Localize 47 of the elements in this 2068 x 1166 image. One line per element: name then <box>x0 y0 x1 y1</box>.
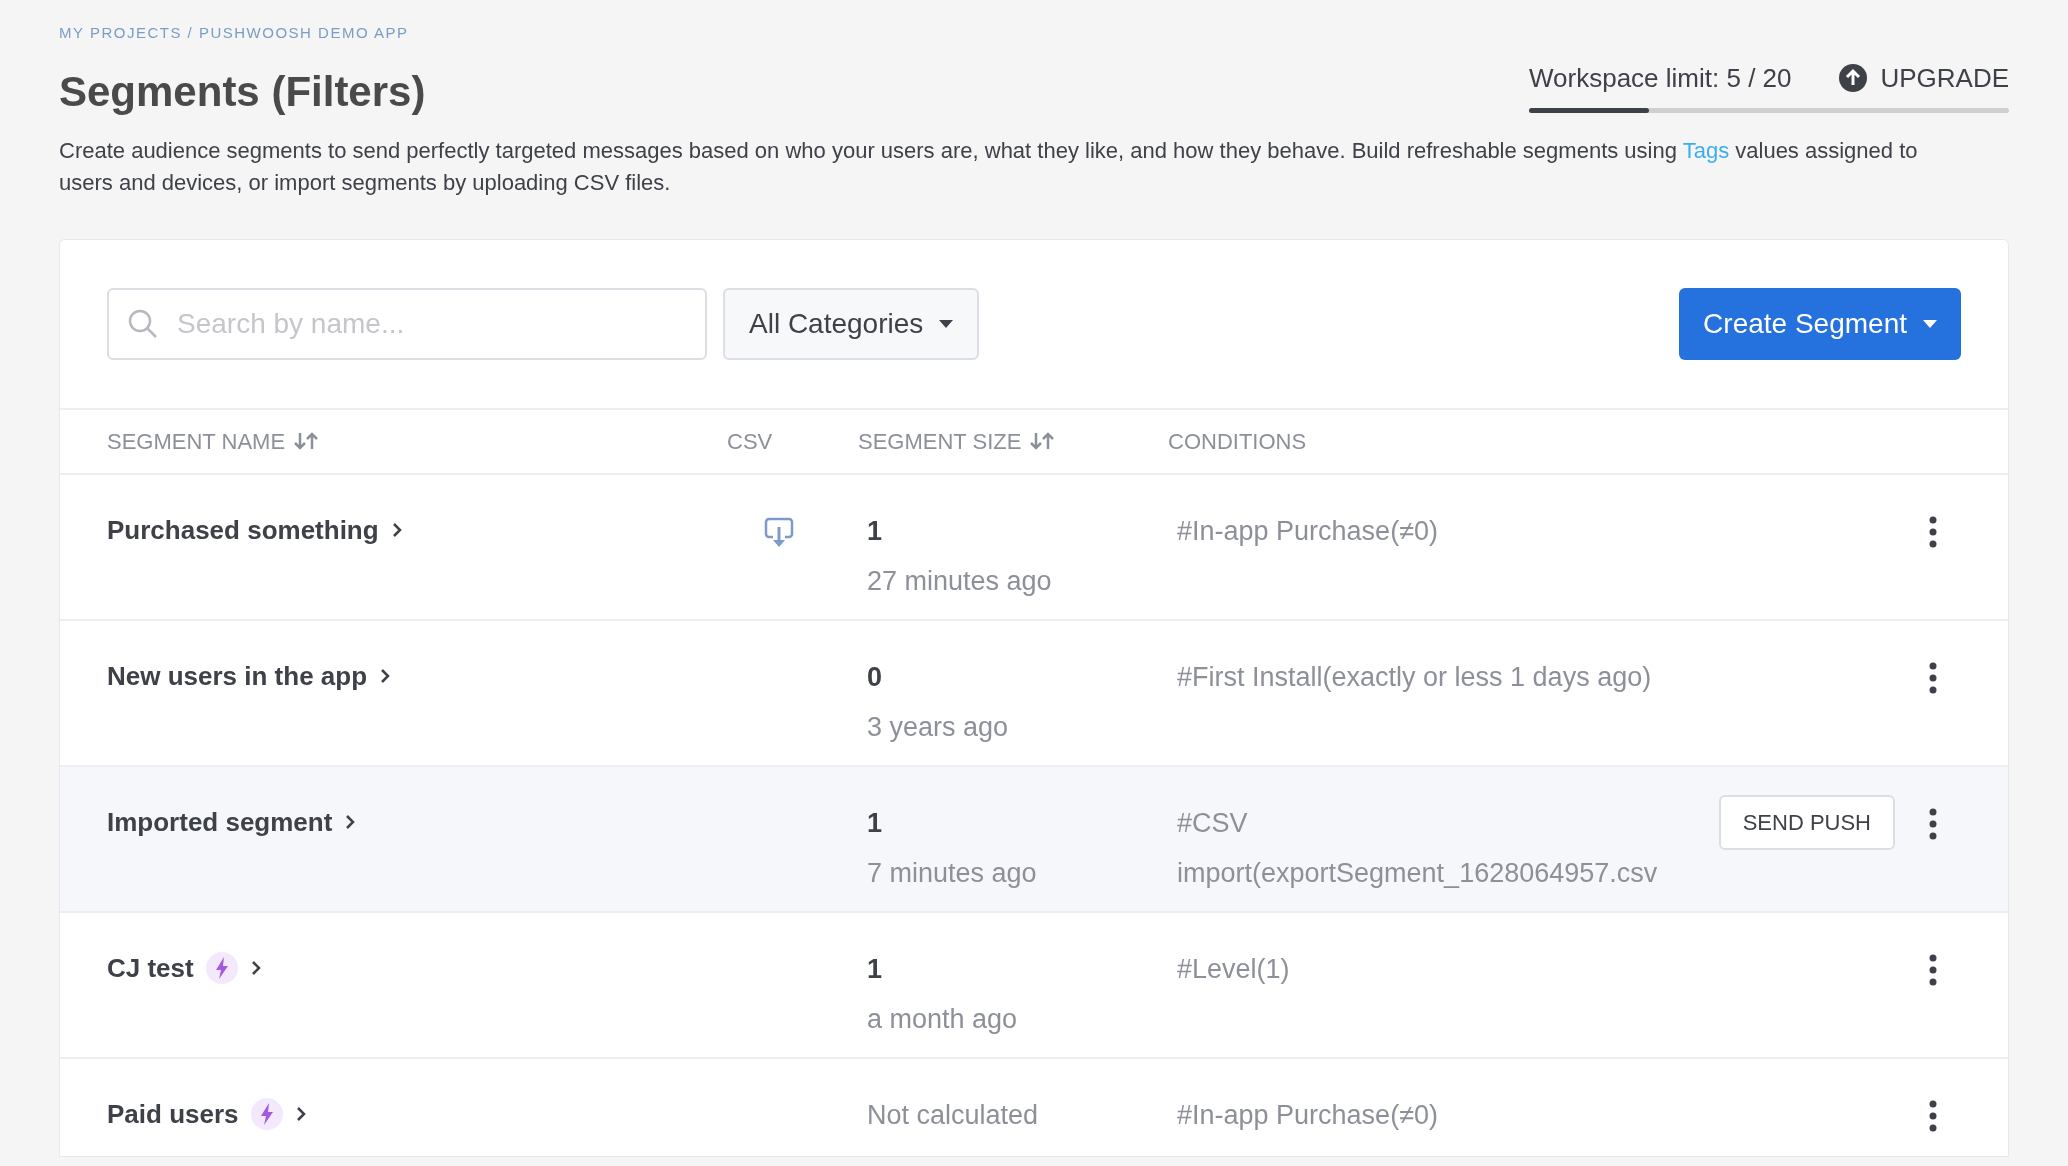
segment-name-link[interactable]: Imported segment <box>107 802 333 842</box>
page-title: Segments (Filters) <box>59 70 426 113</box>
search-icon <box>127 307 159 340</box>
segment-size: Not calculated <box>867 1098 1039 1132</box>
more-options-icon[interactable] <box>1929 807 1937 840</box>
upgrade-button[interactable]: UPGRADE <box>1838 58 2009 98</box>
caret-icon <box>939 319 954 328</box>
more-options-icon[interactable] <box>1929 1099 1937 1132</box>
chevron-right-icon[interactable] <box>344 813 357 831</box>
category-dropdown[interactable]: All Categories <box>723 287 980 360</box>
condition-text: #Level(1) <box>1177 952 1290 986</box>
segment-name-link[interactable]: Paid users <box>107 1094 239 1134</box>
segment-size: 0 <box>867 660 883 694</box>
updated-time: 3 years ago <box>867 711 1009 744</box>
description: Create audience segments to send perfectly targeted messages based on who your users are, what they like, and how they behave. Build refreshable segments using Tags values assigned to users and devices, or import segments by uploading CSV files. <box>59 136 1919 197</box>
chevron-right-icon[interactable] <box>294 1105 307 1123</box>
condition-text: #In-app Purchase(≠0) <box>1177 514 1438 548</box>
chevron-right-icon[interactable] <box>249 959 262 977</box>
chevron-right-icon[interactable] <box>390 521 403 539</box>
condition-text: import(exportSegment_1628064957.csv <box>1177 857 1658 890</box>
download-icon[interactable] <box>764 516 794 549</box>
column-header: CONDITIONS <box>1168 427 1307 456</box>
sort-icon <box>1029 431 1056 451</box>
segment-name-link[interactable]: CJ test <box>107 948 194 988</box>
updated-time: 27 minutes ago <box>867 565 1052 598</box>
segment-size: 1 <box>867 952 883 986</box>
updated-time: a month ago <box>867 1003 1018 1036</box>
workspace-limit-label: Workspace limit: 5 / 20 <box>1529 61 1792 95</box>
arrow-up-circle-icon <box>1838 63 1869 93</box>
segment-size: 1 <box>867 806 883 840</box>
segment-name-link[interactable]: Purchased something <box>107 510 379 550</box>
more-options-icon[interactable] <box>1929 515 1937 548</box>
chevron-right-icon[interactable] <box>379 667 392 685</box>
condition-text: #First Install(exactly or less 1 days ago) <box>1177 660 1652 694</box>
condition-text: #In-app Purchase(≠0) <box>1177 1098 1438 1132</box>
caret-icon <box>1923 319 1937 328</box>
segment-size: 1 <box>867 514 883 548</box>
condition-text: #CSV <box>1177 806 1248 840</box>
search-field[interactable]: Search by name... <box>107 287 707 360</box>
sort-icon <box>293 431 320 451</box>
column-header: CSV <box>727 427 773 456</box>
more-options-icon[interactable] <box>1929 661 1937 694</box>
more-options-icon[interactable] <box>1929 953 1937 986</box>
updated-time: 7 minutes ago <box>867 857 1037 890</box>
segment-name-link[interactable]: New users in the app <box>107 656 368 696</box>
create-segment-button[interactable]: Create Segment <box>1679 287 1961 360</box>
send-push-button[interactable]: SEND PUSH <box>1718 794 1895 850</box>
